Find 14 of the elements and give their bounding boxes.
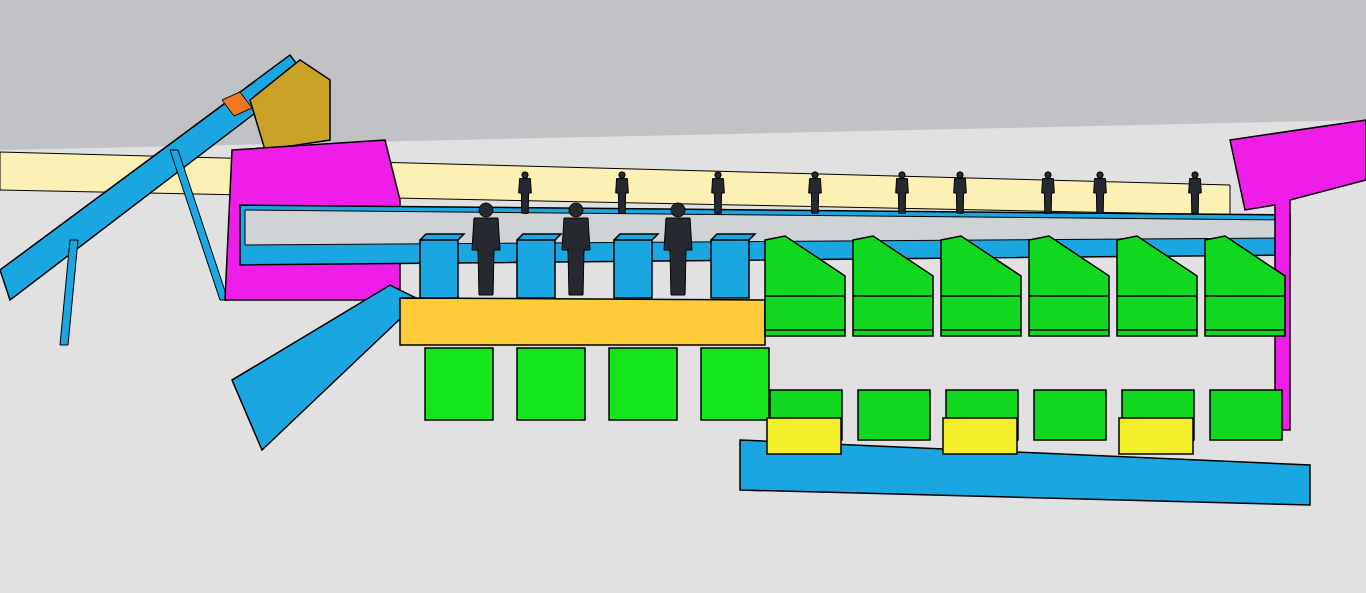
worker-silhouette <box>1188 171 1202 214</box>
sorting-chute <box>613 233 660 299</box>
worker-silhouette <box>895 171 909 214</box>
worker-silhouette <box>518 171 532 214</box>
sorting-chute <box>419 233 466 299</box>
worker-silhouette <box>808 171 822 214</box>
sorting-chute <box>516 233 563 299</box>
worker-silhouette <box>615 171 629 214</box>
worker-silhouette <box>1041 171 1055 214</box>
worker-silhouette <box>1093 171 1107 214</box>
worker-silhouette <box>711 171 725 214</box>
sorting-chute <box>710 233 757 299</box>
motor <box>221 91 253 117</box>
worker-silhouette <box>953 171 967 214</box>
